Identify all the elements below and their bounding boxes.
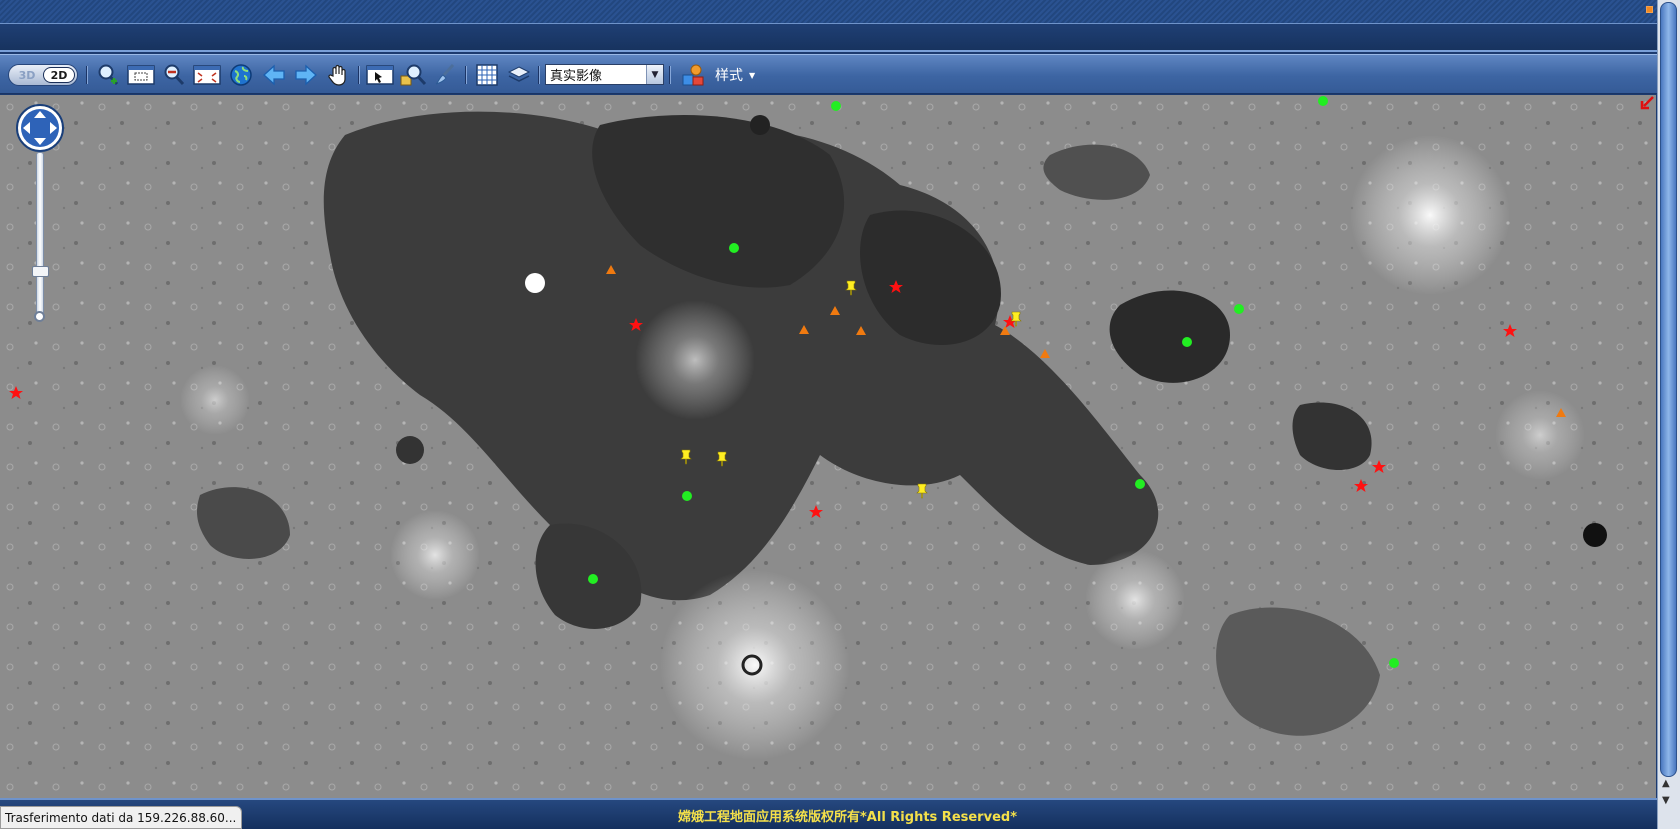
toolbar-separator <box>465 66 467 84</box>
chevron-down-icon: ▼ <box>749 70 756 80</box>
zoom-slider-end[interactable] <box>34 311 45 322</box>
app-window: 3D 2D 真实影像 ▼ 样式 ▼ ▲ ▼ Trasferimento dati… <box>0 0 1680 829</box>
pushpin-marker-icon[interactable] <box>714 451 730 467</box>
toolbar-separator <box>669 66 671 84</box>
full-extent-button[interactable] <box>228 63 254 87</box>
star-marker-icon[interactable] <box>888 279 904 295</box>
triangle-marker-icon[interactable] <box>796 322 812 338</box>
style-shapes-icon <box>682 64 704 86</box>
zoom-out-button[interactable] <box>161 63 187 87</box>
select-box-button[interactable] <box>366 63 394 87</box>
moon-imagery <box>0 95 1656 798</box>
zoom-out-magnifier-icon <box>164 64 185 86</box>
mode-3d-button[interactable]: 3D <box>11 67 43 83</box>
header-title-band <box>0 24 1662 52</box>
copyright-text: 嫦娥工程地面应用系统版权所有*All Rights Reserved* <box>678 810 1017 825</box>
dot-marker-icon[interactable] <box>1179 334 1195 350</box>
dot-marker-icon[interactable] <box>585 571 601 587</box>
grid-icon <box>476 64 498 86</box>
zoom-box-icon <box>127 65 155 85</box>
header-band <box>0 0 1662 24</box>
layers-icon <box>507 66 531 82</box>
dot-marker-icon[interactable] <box>1386 655 1402 671</box>
mode-2d-button[interactable]: 2D <box>43 67 75 83</box>
scroll-down-icon[interactable]: ▼ <box>1662 795 1670 806</box>
toolbar-separator <box>538 66 540 84</box>
triangle-marker-icon[interactable] <box>1037 346 1053 362</box>
pan-control[interactable] <box>15 103 65 153</box>
grid-button[interactable] <box>474 63 500 87</box>
forward-button[interactable] <box>293 63 319 87</box>
zoom-out-box-icon <box>193 65 221 85</box>
star-marker-icon[interactable] <box>8 385 24 401</box>
lunar-map[interactable] <box>0 95 1656 798</box>
hand-icon <box>328 64 346 86</box>
style-menu-button[interactable]: 样式 ▼ <box>681 63 755 87</box>
select-box-icon <box>366 65 394 85</box>
status-bar: Trasferimento dati da 159.226.88.60... <box>0 806 242 829</box>
toolbar-separator <box>358 66 360 84</box>
layers-button[interactable] <box>506 63 532 87</box>
zoom-slider-thumb[interactable] <box>32 266 49 277</box>
dot-marker-icon[interactable] <box>1132 476 1148 492</box>
star-marker-icon[interactable] <box>808 504 824 520</box>
triangle-marker-icon[interactable] <box>603 262 619 278</box>
zoom-out-box-button[interactable] <box>193 63 221 87</box>
star-marker-icon[interactable] <box>1371 459 1387 475</box>
star-marker-icon[interactable] <box>1353 478 1369 494</box>
map-toolbar: 3D 2D 真实影像 ▼ 样式 ▼ <box>0 54 1662 94</box>
dot-marker-icon[interactable] <box>828 98 844 114</box>
triangle-marker-icon[interactable] <box>1553 405 1569 421</box>
globe-icon <box>230 64 252 86</box>
zoom-slider-track[interactable] <box>36 152 44 318</box>
back-button[interactable] <box>261 63 287 87</box>
identify-magnifier-icon <box>400 64 427 86</box>
dot-marker-icon[interactable] <box>1231 301 1247 317</box>
pushpin-marker-icon[interactable] <box>678 449 694 465</box>
clear-button[interactable] <box>432 63 458 87</box>
overview-toggle-arrow-icon[interactable] <box>1640 96 1654 110</box>
zoom-in-button[interactable] <box>95 63 121 87</box>
brush-icon <box>435 63 455 85</box>
pushpin-marker-icon[interactable] <box>1008 311 1024 327</box>
view-mode-toggle[interactable]: 3D 2D <box>8 64 78 86</box>
window-minimize-icon[interactable] <box>1646 6 1653 13</box>
scroll-up-icon[interactable]: ▲ <box>1662 778 1670 789</box>
zoom-in-magnifier-icon <box>98 64 119 86</box>
layer-select[interactable]: 真实影像 ▼ <box>545 64 664 85</box>
arrow-left-icon <box>263 64 285 86</box>
dot-marker-icon[interactable] <box>726 240 742 256</box>
star-marker-icon[interactable] <box>628 317 644 333</box>
chevron-down-icon[interactable]: ▼ <box>646 65 663 84</box>
triangle-marker-icon[interactable] <box>853 323 869 339</box>
zoom-box-button[interactable] <box>127 63 155 87</box>
vertical-scrollbar-thumb[interactable] <box>1660 2 1677 777</box>
style-menu-label: 样式 <box>715 68 743 84</box>
pan-button[interactable] <box>326 63 352 87</box>
vertical-scrollbar[interactable]: ▲ ▼ <box>1657 0 1680 829</box>
pushpin-marker-icon[interactable] <box>843 280 859 296</box>
triangle-marker-icon[interactable] <box>827 303 843 319</box>
arrow-right-icon <box>295 64 317 86</box>
identify-button[interactable] <box>399 63 427 87</box>
dot-marker-icon[interactable] <box>1315 95 1331 109</box>
pushpin-marker-icon[interactable] <box>914 483 930 499</box>
toolbar-separator <box>86 66 88 84</box>
layer-select-value: 真实影像 <box>550 69 603 84</box>
dot-marker-icon[interactable] <box>679 488 695 504</box>
star-marker-icon[interactable] <box>1502 323 1518 339</box>
